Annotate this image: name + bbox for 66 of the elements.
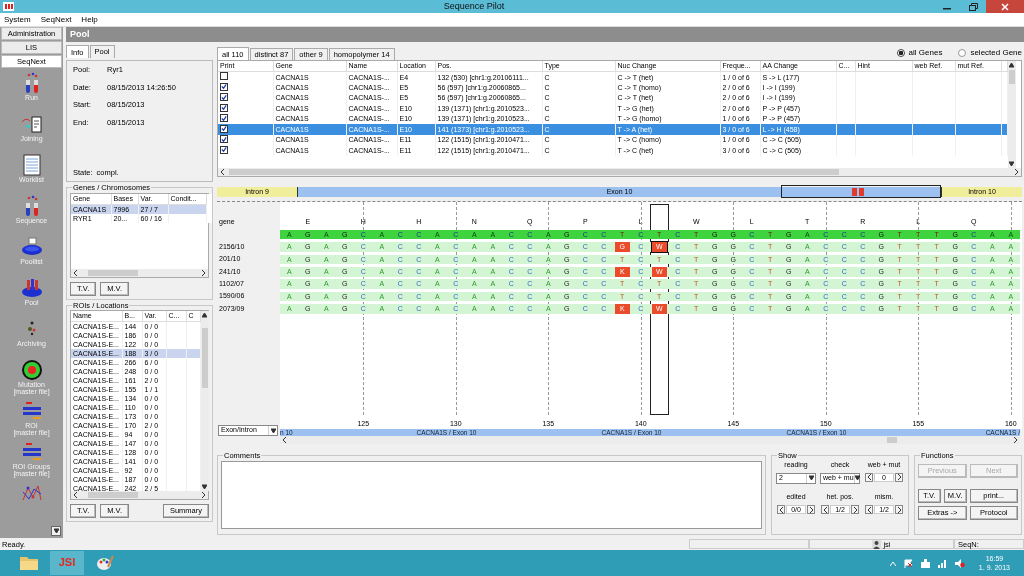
increment-button[interactable]: [851, 505, 859, 515]
down-arrow-icon: [1009, 161, 1014, 167]
print-checkbox[interactable]: [220, 82, 228, 91]
signal-icon[interactable]: [937, 558, 947, 568]
menu-item[interactable]: SeqNext: [40, 14, 72, 25]
horizontal-scrollbar[interactable]: [71, 491, 208, 499]
print-checkbox[interactable]: [220, 145, 228, 154]
radio-button[interactable]: [896, 48, 905, 57]
down-arrow-icon: [854, 475, 860, 482]
close-button[interactable]: [986, 0, 1024, 13]
scrollbar-thumb[interactable]: [1008, 70, 1015, 84]
flag-icon[interactable]: [903, 558, 913, 568]
up-arrow-icon: [1009, 62, 1014, 68]
scrollbar-thumb[interactable]: [201, 328, 208, 388]
bars-icon: [20, 441, 43, 463]
print-checkbox[interactable]: [220, 135, 228, 143]
minimize-icon: [943, 8, 951, 10]
bars-icon: [20, 400, 43, 422]
down-arrow-icon: [270, 427, 276, 434]
print-checkbox[interactable]: [220, 124, 228, 133]
horizontal-scrollbar[interactable]: [218, 168, 1021, 176]
app-icon: [3, 2, 14, 11]
down-arrow-icon: [808, 475, 814, 482]
increment-button[interactable]: [895, 505, 903, 515]
speaker-icon[interactable]: [954, 558, 965, 568]
print-checkbox[interactable]: [220, 93, 228, 101]
radio-button[interactable]: [958, 48, 967, 57]
list-page-icon: [20, 154, 43, 176]
increment-button[interactable]: [807, 505, 815, 515]
decrement-button[interactable]: [865, 505, 873, 515]
document-icon: [20, 113, 43, 135]
scroll-down-button[interactable]: [51, 526, 61, 536]
battery-icon[interactable]: [920, 558, 930, 568]
print-checkbox[interactable]: [220, 114, 228, 122]
target-icon: [20, 359, 43, 381]
tray-expand-icon[interactable]: [889, 560, 896, 566]
up-arrow-icon: [202, 312, 207, 318]
comments-field[interactable]: [221, 460, 762, 529]
close-icon: [1001, 2, 1009, 11]
variant-marks: [852, 188, 864, 196]
radio-label: all Genes: [908, 47, 943, 58]
decrement-button[interactable]: [777, 505, 785, 515]
panel-title: Pool: [66, 27, 1024, 42]
print-checkbox[interactable]: [220, 103, 228, 112]
scrollbar-thumb[interactable]: [88, 269, 138, 276]
menu-item[interactable]: System: [4, 14, 31, 25]
restore-icon: [968, 2, 978, 11]
user-icon: [872, 539, 882, 549]
scrollbar-thumb[interactable]: [229, 169, 839, 175]
down-arrow-icon: [53, 528, 59, 534]
increment-button[interactable]: [895, 472, 903, 482]
scrollbar-thumb[interactable]: [887, 437, 897, 443]
decrement-button[interactable]: [865, 472, 873, 482]
horizontal-scrollbar[interactable]: [280, 436, 1020, 444]
vertical-scrollbar[interactable]: [200, 311, 209, 492]
disc-icon: [20, 236, 43, 258]
decrement-button[interactable]: [821, 505, 829, 515]
down-arrow-icon: [202, 484, 207, 491]
menu-item[interactable]: Help: [81, 14, 98, 25]
disc-icon: [20, 277, 43, 299]
window-title: Sequence Pilot: [442, 1, 506, 12]
radio-label: selected Gene: [970, 47, 1022, 58]
print-checkbox[interactable]: [220, 72, 228, 80]
vertical-scrollbar[interactable]: [1007, 61, 1016, 168]
scrollbar-thumb[interactable]: [88, 492, 138, 499]
horizontal-scrollbar[interactable]: [71, 268, 208, 277]
